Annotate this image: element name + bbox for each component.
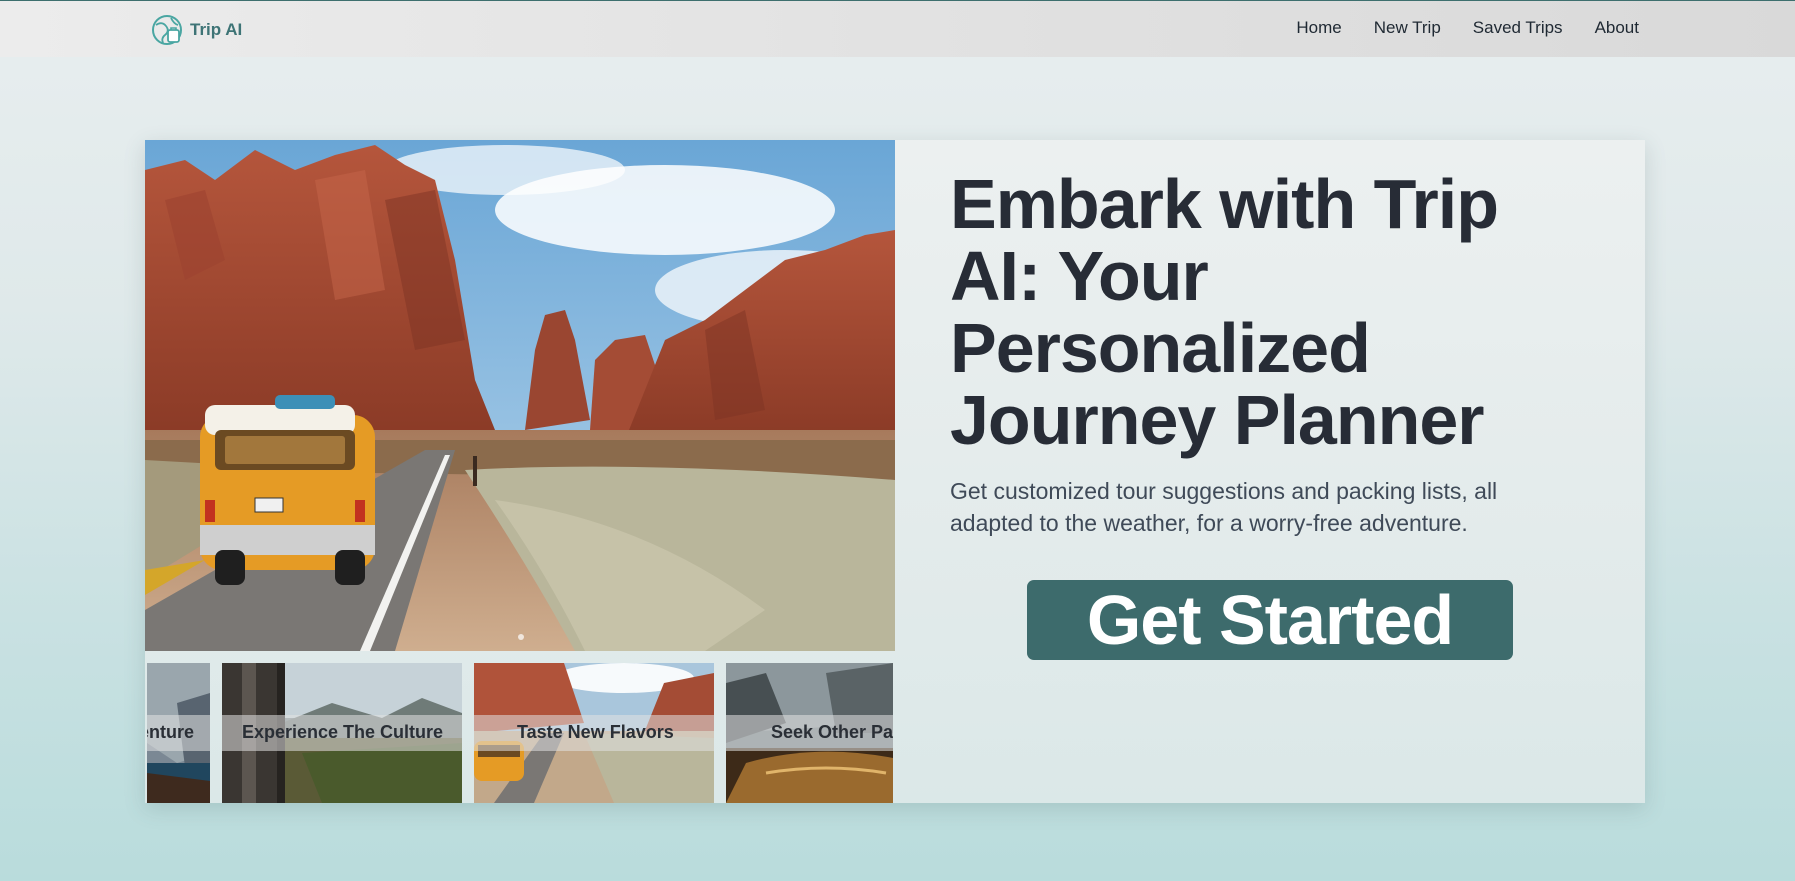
thumbnail-label: Seek Other Paths xyxy=(771,722,893,742)
hero-headline: Embark with Trip AI: Your Personalized J… xyxy=(950,165,1499,459)
top-navbar: Trip AI Home New Trip Saved Trips About xyxy=(0,0,1795,57)
hero-image xyxy=(145,140,895,651)
nav-link-home[interactable]: Home xyxy=(1296,18,1341,38)
thumbnail-label: Seek Adventure xyxy=(147,722,194,742)
brand-name: Trip AI xyxy=(190,20,243,39)
nav-link-new-trip[interactable]: New Trip xyxy=(1374,18,1441,38)
thumbnail-label: Taste New Flavors xyxy=(517,722,674,742)
nav-links: Home New Trip Saved Trips About xyxy=(1264,18,1639,38)
nav-link-saved-trips[interactable]: Saved Trips xyxy=(1473,18,1563,38)
carousel-indicator-dot[interactable] xyxy=(518,634,524,640)
desert-road-van-image xyxy=(145,140,895,651)
thumbnail-label: Experience The Culture xyxy=(242,722,444,742)
hero-card: Seek Adventure Experience The Culture xyxy=(145,140,1645,803)
travel-globe-icon xyxy=(152,15,182,45)
brand-logo-link[interactable]: Trip AI xyxy=(150,13,242,47)
thumbnail-seek-adventure[interactable]: Seek Adventure xyxy=(147,663,210,803)
thumbnail-seek-other-paths[interactable]: Seek Other Paths xyxy=(726,663,893,803)
van xyxy=(200,395,375,585)
thumbnail-taste-new-flavors[interactable]: Taste New Flavors xyxy=(474,663,714,803)
nav-link-about[interactable]: About xyxy=(1595,18,1639,38)
destination-thumbnail-strip: Seek Adventure Experience The Culture xyxy=(145,663,893,803)
hero-subtitle: Get customized tour suggestions and pack… xyxy=(950,478,1498,536)
get-started-button[interactable]: Get Started xyxy=(1027,580,1513,660)
thumbnail-experience-the-culture[interactable]: Experience The Culture xyxy=(222,663,462,803)
